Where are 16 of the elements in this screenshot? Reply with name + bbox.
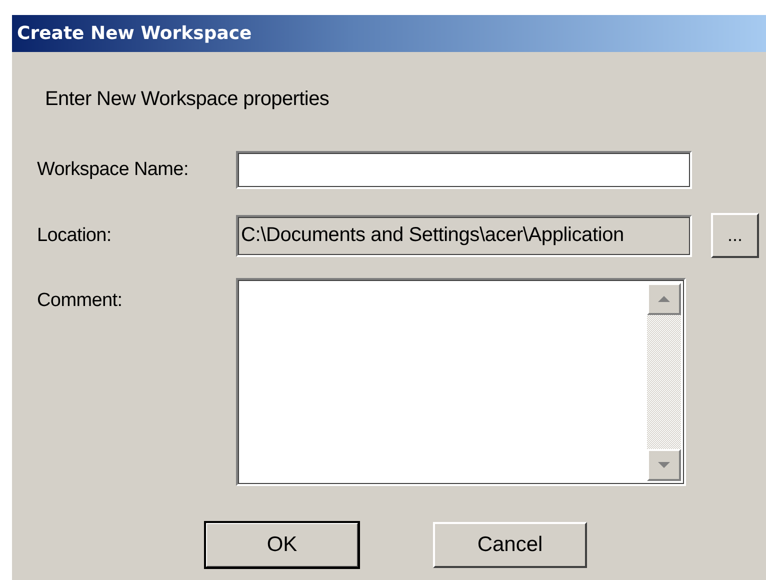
up-arrow-icon	[657, 295, 671, 303]
field-label: Location:	[37, 224, 112, 246]
ok-button[interactable]: OK	[205, 522, 359, 568]
instruction-text: Enter New Workspace properties	[45, 88, 330, 111]
field-label: Comment:	[37, 290, 124, 312]
scroll-up-button[interactable]	[647, 283, 681, 315]
name-field[interactable]	[236, 151, 692, 189]
comment-field[interactable]	[236, 278, 686, 486]
down-arrow-icon	[657, 461, 671, 469]
location-field[interactable]: C:\Documents and Settings\acer\Application	[236, 214, 692, 256]
browse-button[interactable]: ...	[711, 213, 759, 258]
field-label: Workspace Name:	[37, 159, 190, 181]
cancel-button[interactable]: Cancel	[433, 522, 587, 568]
window-title: Create New Workspace	[17, 23, 252, 44]
scroll-down-button[interactable]	[647, 449, 681, 481]
scrollbar[interactable]	[647, 283, 681, 481]
